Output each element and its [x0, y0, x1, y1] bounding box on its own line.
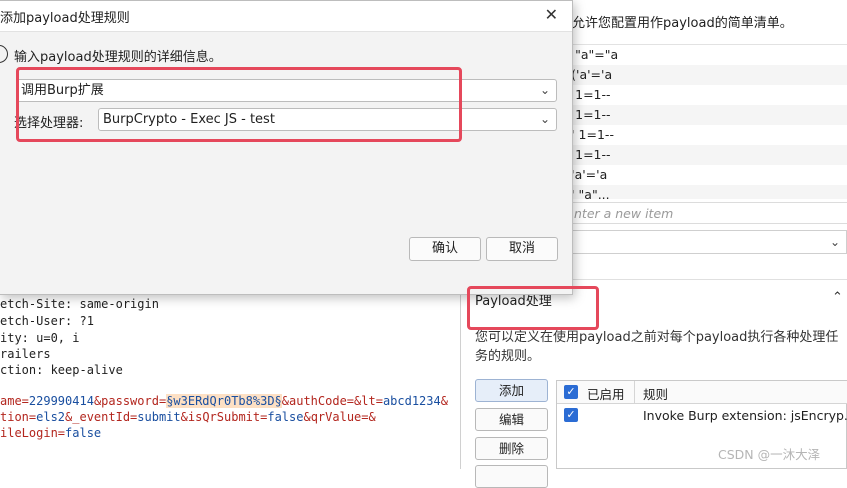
request-line: ity: u=0, i	[0, 331, 80, 345]
rule-description[interactable]: Invoke Burp extension: jsEncryp...	[643, 408, 847, 423]
payload-list-item[interactable]: r 1=1--	[560, 85, 847, 105]
param-value: false	[267, 410, 304, 424]
close-icon[interactable]: ✕	[545, 5, 558, 24]
dialog-title: 添加payload处理规则	[0, 11, 130, 26]
param-key: &authCode=&lt=	[281, 394, 383, 408]
request-line: etch-Site: same-origin	[0, 297, 159, 311]
param-key: &isQrSubmit=	[180, 410, 268, 424]
payload-list-item[interactable]: r('a'='a	[560, 65, 847, 85]
payload-position-marker: §w3ERdQr0Tb8%3D§	[166, 394, 282, 408]
dialog-titlebar: 添加payload处理规则 ✕	[0, 1, 572, 32]
chevron-down-icon: ⌄	[829, 235, 840, 249]
annotation-highlight	[467, 286, 599, 330]
request-body-line: ame=229990414&password=§w3ERdQr0Tb8%3D§&…	[0, 394, 448, 408]
rules-table-header: ✓ 已启用 规则	[557, 381, 847, 404]
param-value: abcd1234	[382, 394, 441, 408]
param-key: tion=	[0, 410, 37, 424]
payload-list-item[interactable]: r "a"="a	[560, 45, 847, 65]
column-rule: 规则	[643, 387, 669, 402]
param-key: &	[440, 394, 448, 408]
payload-processing-description: 您可以定义在使用payload之前对每个payload执行各种处理任务的规则。	[475, 330, 839, 364]
param-key: ileLogin=	[0, 426, 66, 440]
param-value: submit	[137, 410, 181, 424]
column-enabled: 已启用	[587, 387, 625, 402]
param-value: false	[65, 426, 102, 440]
payload-list-item[interactable]: r' "a"...	[560, 185, 847, 199]
payload-list-item[interactable]: r'a'='a	[560, 165, 847, 185]
more-rule-button[interactable]	[475, 465, 548, 488]
param-key: &_eventId=	[65, 410, 138, 424]
checkbox-checked-icon[interactable]: ✓	[564, 385, 578, 399]
chevron-up-icon[interactable]: ⌃	[832, 290, 843, 305]
payload-list-item[interactable]: r 1=1--	[560, 105, 847, 125]
new-item-input[interactable]: nter a new item	[560, 202, 847, 224]
edit-rule-button[interactable]: 编辑	[475, 408, 548, 431]
param-value: 229990414	[28, 394, 94, 408]
info-icon	[0, 45, 8, 63]
add-rule-button[interactable]: 添加	[475, 379, 548, 402]
payload-list-item[interactable]: r' 1=1--	[560, 125, 847, 145]
annotation-highlight	[16, 67, 462, 142]
param-key: ame=	[0, 394, 29, 408]
request-line: ction: keep-alive	[0, 363, 123, 377]
ok-button[interactable]: 确认	[409, 237, 481, 261]
payload-source-select[interactable]: ⌄	[560, 230, 847, 254]
column-divider	[634, 381, 635, 403]
param-key: &password=	[93, 394, 167, 408]
request-body-line: ileLogin=false	[0, 426, 101, 440]
cancel-button[interactable]: 取消	[486, 237, 558, 261]
chevron-down-icon: ⌄	[539, 83, 550, 97]
dialog-instruction: 输入payload处理规则的详细信息。	[14, 50, 222, 65]
param-value: els2	[36, 410, 66, 424]
payload-list[interactable]: r "a"="a r('a'='a r 1=1-- r 1=1-- r' 1=1…	[560, 44, 847, 203]
chevron-down-icon: ⌄	[539, 112, 550, 126]
watermark: CSDN @一沐大泽	[718, 447, 821, 462]
add-processing-rule-dialog: 添加payload处理规则 ✕ 输入payload处理规则的详细信息。 调用Bu…	[0, 0, 573, 295]
payload-type-description: 允许您配置用作payload的简单清单。	[572, 16, 793, 31]
request-line: etch-User: ?1	[0, 314, 94, 328]
request-body-line: tion=els2&_eventId=submit&isQrSubmit=fal…	[0, 410, 376, 424]
request-editor[interactable]: etch-Site: same-origin etch-User: ?1 ity…	[0, 284, 461, 469]
param-key: &qrValue=&	[303, 410, 376, 424]
request-line: railers	[0, 347, 51, 361]
delete-rule-button[interactable]: 删除	[475, 437, 548, 460]
rule-enabled-checkbox[interactable]: ✓	[564, 408, 578, 422]
payload-list-item[interactable]: r 1=1--	[560, 145, 847, 165]
